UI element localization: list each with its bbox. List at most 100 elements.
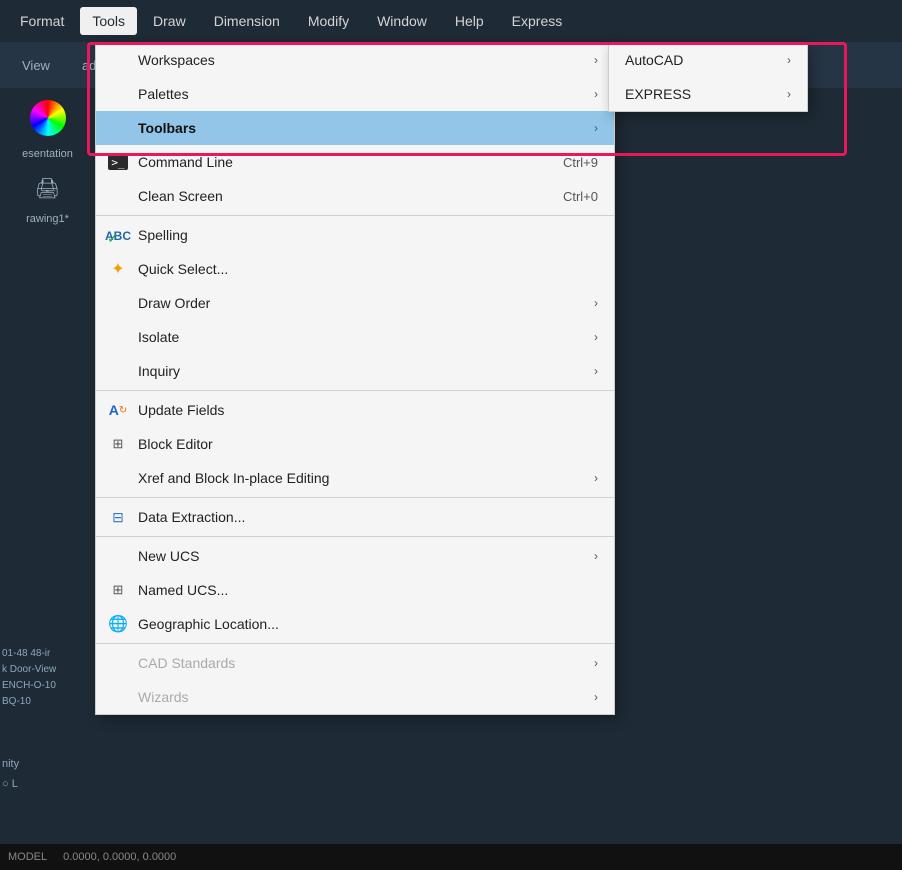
menu-bar: Format Tools Draw Dimension Modify Windo… — [0, 0, 902, 42]
menu-help[interactable]: Help — [443, 7, 496, 35]
menu-item-draw-order[interactable]: Draw Order › — [96, 286, 614, 320]
print-area: 🖨 — [0, 176, 95, 201]
menu-item-command-line[interactable]: >_ Command Line Ctrl+9 — [96, 145, 614, 179]
named-ucs-icon: ⊞ — [108, 580, 128, 600]
submenu-item-express[interactable]: EXPRESS › — [609, 77, 807, 111]
inquiry-label: Inquiry — [138, 363, 576, 379]
menu-item-named-ucs[interactable]: ⊞ Named UCS... — [96, 573, 614, 607]
xref-label: Xref and Block In-place Editing — [138, 470, 576, 486]
toolbars-label: Toolbars — [138, 120, 576, 136]
xref-arrow: › — [594, 471, 598, 485]
workspaces-arrow: › — [594, 53, 598, 67]
quick-select-icon: ✦ — [108, 259, 128, 279]
left-sidebar: esentation 🖨 rawing1* 01-48 48-ir k Door… — [0, 88, 95, 870]
menu-item-new-ucs[interactable]: New UCS › — [96, 539, 614, 573]
clean-screen-label: Clean Screen — [138, 188, 553, 204]
menu-item-clean-screen[interactable]: Clean Screen Ctrl+0 — [96, 179, 614, 213]
isolate-icon — [108, 327, 128, 347]
menu-item-wizards[interactable]: Wizards › — [96, 680, 614, 714]
menu-item-palettes[interactable]: Palettes › — [96, 77, 614, 111]
menu-window[interactable]: Window — [365, 7, 439, 35]
menu-draw[interactable]: Draw — [141, 7, 198, 35]
status-bar: MODEL 0.0000, 0.0000, 0.0000 — [0, 844, 902, 870]
status-circle: ○ L — [2, 778, 18, 790]
divider-4 — [96, 536, 614, 537]
check-icon: ✓ — [107, 230, 119, 247]
status-nity: nity — [2, 758, 19, 770]
new-ucs-arrow: › — [594, 549, 598, 563]
menu-tools[interactable]: Tools — [80, 7, 137, 35]
cad-standards-icon — [108, 653, 128, 673]
tools-dropdown-menu: Workspaces › Palettes › Toolbars › >_ Co… — [95, 42, 615, 715]
cmd-icon: >_ — [108, 155, 127, 170]
ac-icon: A — [109, 402, 119, 418]
wizards-icon — [108, 687, 128, 707]
isolate-label: Isolate — [138, 329, 576, 345]
inquiry-icon — [108, 361, 128, 381]
command-line-icon: >_ — [108, 152, 128, 172]
info-line-2: k Door-View — [2, 662, 56, 678]
menu-express[interactable]: Express — [500, 7, 575, 35]
menu-item-isolate[interactable]: Isolate › — [96, 320, 614, 354]
block-editor-icon: ⊞ — [108, 434, 128, 454]
autocad-arrow: › — [787, 53, 791, 67]
wizards-arrow: › — [594, 690, 598, 704]
cursor-star-icon: ✦ — [111, 259, 124, 279]
command-line-label: Command Line — [138, 154, 553, 170]
menu-item-inquiry[interactable]: Inquiry › — [96, 354, 614, 388]
divider-3 — [96, 497, 614, 498]
clean-screen-shortcut: Ctrl+0 — [563, 189, 598, 204]
clean-screen-icon — [108, 186, 128, 206]
presentation-label: esentation — [0, 148, 95, 160]
menu-format[interactable]: Format — [8, 7, 76, 35]
divider-1 — [96, 215, 614, 216]
cad-standards-arrow: › — [594, 656, 598, 670]
spelling-label: Spelling — [138, 227, 598, 243]
menu-item-toolbars[interactable]: Toolbars › — [96, 111, 614, 145]
menu-item-data-extraction[interactable]: ⊟ Data Extraction... — [96, 500, 614, 534]
new-ucs-icon — [108, 546, 128, 566]
menu-item-workspaces[interactable]: Workspaces › — [96, 43, 614, 77]
refresh-icon: ↻ — [119, 405, 127, 416]
globe-icon: 🌐 — [108, 614, 128, 634]
submenu-item-autocad[interactable]: AutoCAD › — [609, 43, 807, 77]
menu-item-update-fields[interactable]: A↻ Update Fields — [96, 393, 614, 427]
menu-item-spelling[interactable]: ABC ✓ Spelling — [96, 218, 614, 252]
info-line-1: 01-48 48-ir — [2, 646, 56, 662]
print-icon: 🖨 — [35, 176, 60, 201]
menu-item-xref-editing[interactable]: Xref and Block In-place Editing › — [96, 461, 614, 495]
inquiry-arrow: › — [594, 364, 598, 378]
palettes-label: Palettes — [138, 86, 576, 102]
divider-5 — [96, 643, 614, 644]
table-icon: ⊟ — [112, 509, 124, 526]
info-line-3: ENCH-O-10 — [2, 678, 56, 694]
divider-2 — [96, 390, 614, 391]
menu-modify[interactable]: Modify — [296, 7, 361, 35]
menu-item-cad-standards[interactable]: CAD Standards › — [96, 646, 614, 680]
ucs-icon: ⊞ — [113, 582, 124, 598]
menu-item-block-editor[interactable]: ⊞ Block Editor — [96, 427, 614, 461]
menu-item-quick-select[interactable]: ✦ Quick Select... — [96, 252, 614, 286]
palettes-icon — [108, 84, 128, 104]
toolbars-submenu: AutoCAD › EXPRESS › — [608, 42, 808, 112]
spelling-icon: ABC ✓ — [108, 225, 128, 245]
menu-dimension[interactable]: Dimension — [202, 7, 292, 35]
info-line-4: BQ-10 — [2, 694, 56, 710]
update-fields-label: Update Fields — [138, 402, 598, 418]
isolate-arrow: › — [594, 330, 598, 344]
menu-item-geographic-location[interactable]: 🌐 Geographic Location... — [96, 607, 614, 641]
block-icon: ⊞ — [113, 436, 124, 452]
draw-order-label: Draw Order — [138, 295, 576, 311]
status-text: MODEL — [8, 851, 47, 863]
drawing-info: 01-48 48-ir k Door-View ENCH-O-10 BQ-10 — [2, 646, 56, 710]
workspaces-icon — [108, 50, 128, 70]
data-extraction-label: Data Extraction... — [138, 509, 598, 525]
named-ucs-label: Named UCS... — [138, 582, 598, 598]
geographic-location-label: Geographic Location... — [138, 616, 598, 632]
xref-icon — [108, 468, 128, 488]
wizards-label: Wizards — [138, 689, 576, 705]
geographic-location-icon: 🌐 — [108, 614, 128, 634]
ribbon-tab-view[interactable]: View — [8, 52, 64, 79]
express-arrow: › — [787, 87, 791, 101]
draw-order-icon — [108, 293, 128, 313]
